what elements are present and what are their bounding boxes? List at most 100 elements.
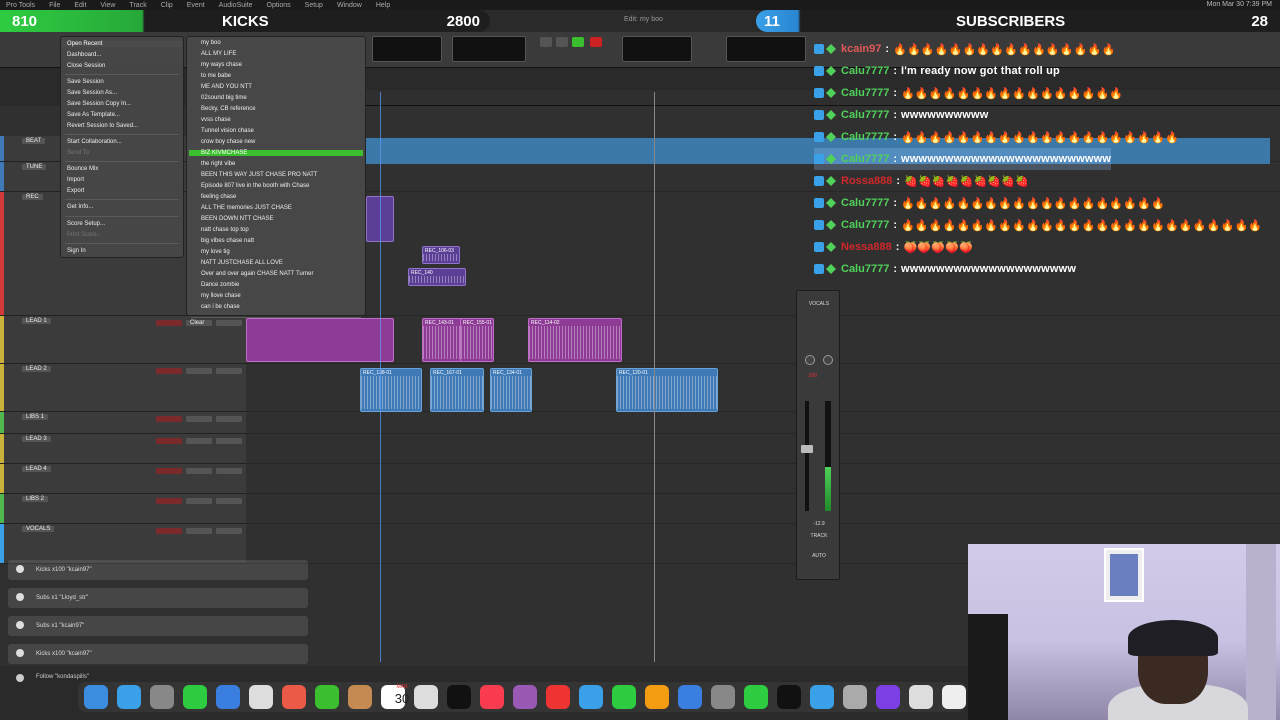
insert-slot[interactable] [186,416,212,422]
menu-edit[interactable]: Edit [74,2,86,9]
file-menu-item[interactable]: Start Collaboration... [67,139,122,145]
dock-app-icon[interactable] [942,685,966,709]
insert-slot[interactable] [186,498,212,504]
dock-app-icon[interactable] [579,685,603,709]
dock-app-icon[interactable] [546,685,570,709]
recent-session-item[interactable]: BIZ KIVMCHASE [189,150,363,156]
counter-display[interactable] [452,36,526,62]
chat-username[interactable]: Calu7777 [841,131,889,143]
audio-clip[interactable]: REC_155-01 [460,318,494,362]
chat-username[interactable]: Calu7777 [841,65,889,77]
insert-slot[interactable] [156,368,182,374]
dock-app-icon[interactable] [183,685,207,709]
file-menu-item[interactable]: Revert Session to Saved... [67,123,138,129]
dock-app-icon[interactable] [612,685,636,709]
recent-session-item[interactable]: BEEN THIS WAY JUST CHASE PRO NATT [201,172,318,178]
insert-slot[interactable] [186,468,212,474]
file-menu-item[interactable]: Send To [67,150,89,156]
track-header[interactable]: LEAD 4 [0,464,246,494]
insert-slot[interactable] [216,320,242,326]
recent-session-item[interactable]: Tunnel vision chase [201,128,254,134]
recent-session-item[interactable]: big vibes chase natt [201,238,254,244]
menu-track[interactable]: Track [129,2,146,9]
play-button[interactable] [572,37,584,47]
insert-slot[interactable] [156,438,182,444]
track-header[interactable]: LEAD 3 [0,434,246,464]
track-header[interactable]: LIBS 2 [0,494,246,524]
recent-session-item[interactable]: vvss chase [201,117,231,123]
menu-clip[interactable]: Clip [161,2,173,9]
track-header[interactable]: LEAD 2 [0,364,246,412]
menu-view[interactable]: View [100,2,115,9]
menu-file[interactable]: File [49,2,60,9]
insert-slot[interactable] [156,416,182,422]
chat-username[interactable]: Rossa888 [841,175,892,187]
dock-app-icon[interactable] [744,685,768,709]
dock-app-icon[interactable] [513,685,537,709]
insert-slot[interactable] [216,438,242,444]
dock-app-icon[interactable] [150,685,174,709]
file-menu-item[interactable]: Save Session Copy In... [67,101,131,107]
audio-clip[interactable] [246,318,394,362]
dock-app-icon[interactable] [414,685,438,709]
recent-session-item[interactable]: my llove chase [201,293,241,299]
file-menu-item[interactable]: Dashboard... [67,52,101,58]
dock-app-icon[interactable] [117,685,141,709]
dock-app-icon[interactable] [678,685,702,709]
file-menu-item[interactable]: Export [67,188,84,194]
track-name[interactable]: REC [22,194,43,200]
dock-app-icon[interactable] [216,685,240,709]
file-menu-item[interactable]: Open Recent [62,41,182,47]
selection-display[interactable] [372,36,442,62]
recent-session-item[interactable]: Dance zombie [201,282,239,288]
menu-setup[interactable]: Setup [305,2,323,9]
menubar-clock[interactable]: Mon Mar 30 7:39 PM [1207,1,1272,8]
dock-app-icon[interactable] [645,685,669,709]
chat-username[interactable]: Calu7777 [841,153,889,165]
recent-session-item[interactable]: NATT JUSTCHASE ALL LOVE [201,260,283,266]
track-name[interactable]: LEAD 4 [22,466,51,472]
recent-session-item[interactable]: crow boy chase new [201,139,255,145]
grid-display[interactable] [726,36,806,62]
dock-app-icon[interactable] [843,685,867,709]
recent-session-item[interactable]: 02sound big time [201,95,247,101]
insert-slot[interactable] [156,320,182,326]
audio-clip[interactable]: REC_120-01 [616,368,718,412]
track-lane[interactable] [246,162,1280,192]
automation-mode[interactable]: AUTO [797,553,841,559]
track-name[interactable]: BEAT [22,138,46,144]
chat-username[interactable]: Calu7777 [841,263,889,275]
file-menu-item[interactable]: Close Session [67,63,105,69]
audio-clip[interactable]: REC_114-02 [528,318,622,362]
recent-session-item[interactable]: to me babe [201,73,231,79]
dock-app-icon[interactable] [315,685,339,709]
menu-audiosuite[interactable]: AudioSuite [219,2,253,9]
track-name[interactable]: LIBS 1 [22,414,49,420]
track-name[interactable]: TUNE [22,164,47,170]
track-lane[interactable] [246,412,1280,434]
insert-slot[interactable] [216,468,242,474]
insert-slot[interactable] [186,528,212,534]
dock-app-icon[interactable] [447,685,471,709]
transport-button[interactable] [540,37,552,47]
recent-session-item[interactable]: feeling chase [201,194,236,200]
audio-clip[interactable]: REC_106-03 [422,246,460,264]
file-menu-item[interactable]: Sign In [67,248,86,254]
dock-app-icon[interactable] [711,685,735,709]
dock-app-icon[interactable] [909,685,933,709]
chat-username[interactable]: Calu7777 [841,87,889,99]
file-menu-item[interactable]: Save Session As... [67,90,117,96]
track-name[interactable]: LIBS 2 [22,496,49,502]
chat-username[interactable]: Calu7777 [841,219,889,231]
track-header[interactable]: VOCALS [0,524,246,564]
track-lane[interactable] [246,464,1280,494]
track-lane[interactable] [246,434,1280,464]
recent-session-item[interactable]: ALL THE memories JUST CHASE [201,205,292,211]
audio-clip[interactable]: REC_134-01 [490,368,532,412]
insert-slot[interactable] [156,468,182,474]
pan-knob-right[interactable] [823,355,833,365]
clear-recent-item[interactable]: Clear [190,320,204,326]
menu-options[interactable]: Options [267,2,291,9]
chat-username[interactable]: Calu7777 [841,197,889,209]
dock-app-icon[interactable] [249,685,273,709]
